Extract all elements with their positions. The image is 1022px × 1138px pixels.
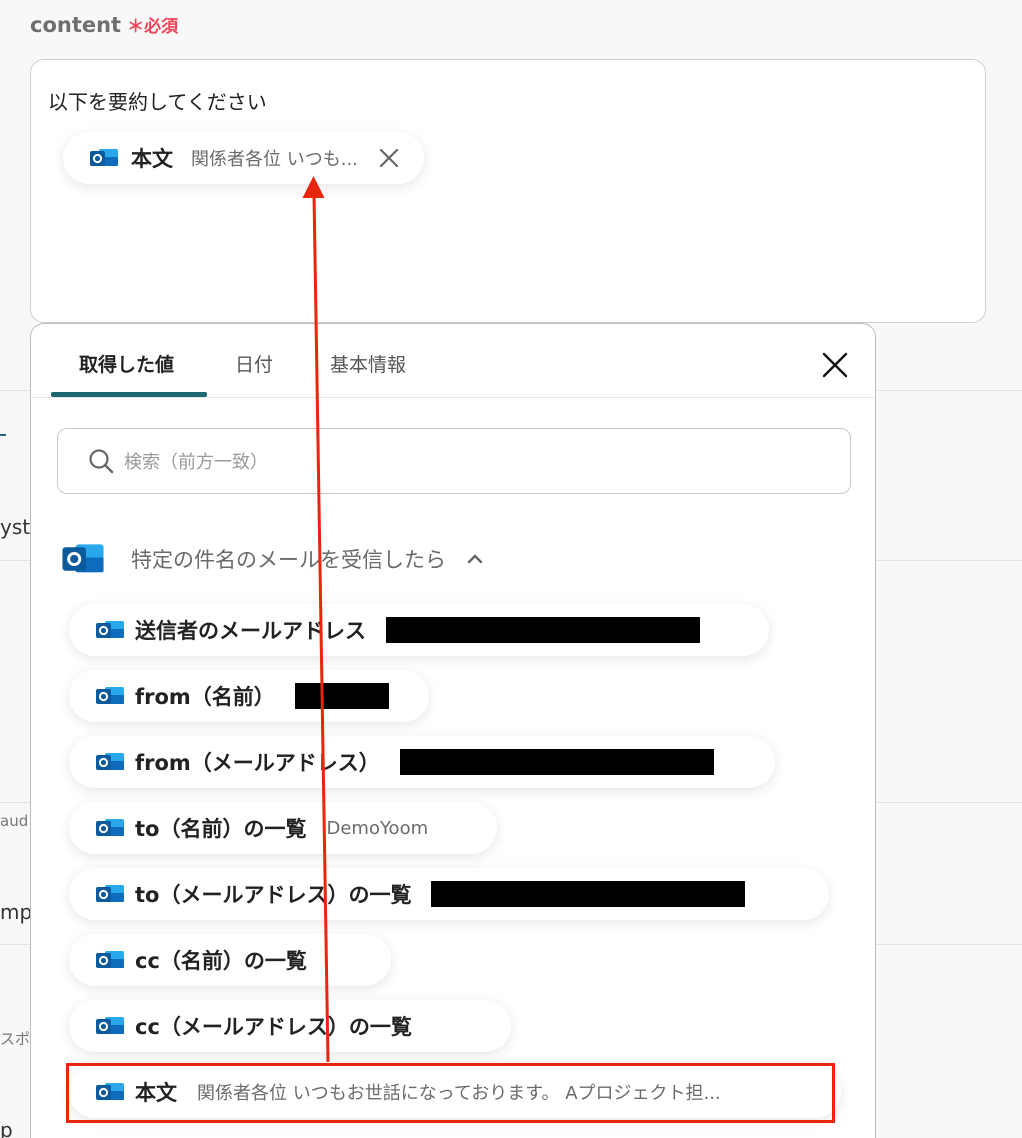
- value-item-to-addresses[interactable]: to（メールアドレス）の一覧: [69, 868, 829, 920]
- item-label: cc（メールアドレス）の一覧: [135, 1015, 412, 1039]
- item-label: 送信者のメールアドレス: [135, 619, 366, 643]
- tab-date[interactable]: 日付: [235, 350, 273, 377]
- chevron-up-icon[interactable]: [464, 548, 486, 570]
- item-label: from（名前）: [135, 685, 275, 709]
- background-text-fragment: yst: [0, 515, 31, 539]
- remove-chip-button[interactable]: [376, 145, 402, 171]
- item-label: to（メールアドレス）の一覧: [135, 883, 412, 907]
- active-tab-indicator: [51, 392, 207, 397]
- value-item-cc-names[interactable]: cc（名前）の一覧: [69, 934, 391, 986]
- value-item-from-name[interactable]: from（名前）: [69, 670, 429, 722]
- trigger-section-header[interactable]: 特定の件名のメールを受信したら: [61, 539, 486, 579]
- redacted-value: [294, 683, 389, 709]
- picker-tabs: 取得した値 日付 基本情報: [31, 324, 875, 398]
- value-item-to-names[interactable]: to（名前）の一覧 DemoYoom: [69, 802, 497, 854]
- outlook-icon: [96, 951, 124, 968]
- outlook-icon: [96, 753, 124, 770]
- field-name: content: [30, 13, 122, 37]
- outlook-icon: [90, 149, 118, 166]
- search-placeholder: 検索（前方一致）: [124, 452, 268, 473]
- item-label: to（名前）の一覧: [135, 817, 307, 841]
- background-text-fragment: aud: [0, 812, 29, 830]
- redacted-value: [431, 881, 746, 907]
- tab-basic-info[interactable]: 基本情報: [330, 350, 406, 377]
- value-item-sender-address[interactable]: 送信者のメールアドレス: [69, 604, 769, 656]
- section-title: 特定の件名のメールを受信したら: [131, 548, 446, 572]
- item-value: DemoYoom: [326, 817, 429, 839]
- outlook-icon: [96, 687, 124, 704]
- item-label: from（メールアドレス）: [135, 751, 380, 775]
- background-text-fragment: mp: [0, 900, 33, 924]
- value-picker-panel: 取得した値 日付 基本情報 検索（前方一致） 特定の件名のメールを受信したら 送…: [30, 323, 876, 1138]
- field-label: content ＊必須: [30, 12, 178, 37]
- redacted-value: [399, 749, 714, 775]
- value-item-from-address[interactable]: from（メールアドレス）: [69, 736, 775, 788]
- chip-label: 本文: [131, 147, 173, 171]
- content-editor[interactable]: 以下を要約してください 本文 関係者各位 いつも...: [30, 59, 986, 323]
- outlook-icon: [62, 544, 104, 573]
- search-icon: [89, 449, 114, 474]
- tab-acquired-values[interactable]: 取得した値: [79, 350, 174, 377]
- background-text-fragment: スポ: [0, 1030, 31, 1048]
- outlook-icon: [96, 885, 124, 902]
- close-icon: [379, 148, 398, 168]
- item-label: cc（名前）の一覧: [135, 949, 307, 973]
- outlook-icon: [96, 621, 124, 638]
- redacted-value: [386, 617, 700, 643]
- close-icon[interactable]: [820, 350, 850, 380]
- search-input[interactable]: 検索（前方一致）: [57, 428, 851, 494]
- chip-preview: 関係者各位 いつも...: [191, 149, 358, 170]
- value-item-cc-addresses[interactable]: cc（メールアドレス）の一覧: [69, 1000, 511, 1052]
- content-text: 以下を要約してください: [48, 90, 267, 114]
- background-text-fragment: p: [0, 1118, 13, 1138]
- outlook-icon: [96, 819, 124, 836]
- required-badge: ＊必須: [127, 17, 179, 37]
- outlook-icon: [96, 1017, 124, 1034]
- annotation-highlight-box: [66, 1063, 835, 1123]
- inserted-value-chip[interactable]: 本文 関係者各位 いつも...: [63, 132, 424, 184]
- background-accent-mark: [0, 434, 6, 436]
